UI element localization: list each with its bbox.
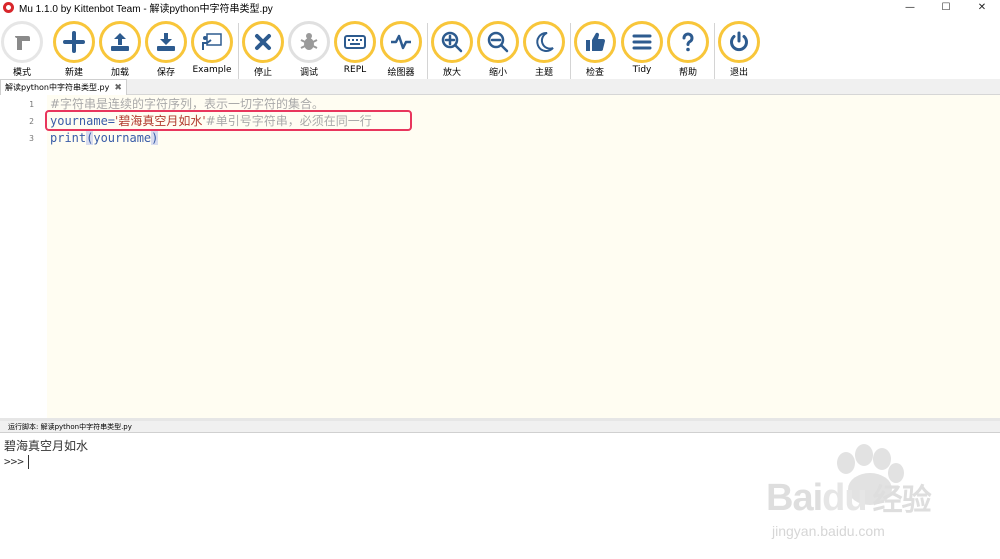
close-window-button[interactable]: ✕ bbox=[964, 0, 1000, 15]
save-button[interactable]: 保存 bbox=[144, 21, 188, 78]
keyboard-icon bbox=[334, 21, 376, 63]
thumbs-up-icon bbox=[574, 21, 616, 63]
power-icon bbox=[718, 21, 760, 63]
code-line: print(yourname) bbox=[47, 130, 1000, 147]
toolbar-separator bbox=[238, 23, 239, 81]
moon-icon bbox=[523, 21, 565, 63]
zoom-in-icon bbox=[431, 21, 473, 63]
code-editor[interactable]: 1 2 3 #字符串是连续的字符序列，表示一切字符的集合。 yourname='… bbox=[0, 95, 1000, 418]
question-icon bbox=[667, 21, 709, 63]
help-button[interactable]: 帮助 bbox=[666, 21, 710, 78]
bug-icon bbox=[288, 21, 330, 63]
text-cursor bbox=[27, 455, 29, 469]
debug-button[interactable]: 调试 bbox=[287, 21, 331, 78]
theme-button[interactable]: 主题 bbox=[522, 21, 566, 78]
line-number: 3 bbox=[29, 134, 34, 143]
toolbar: 模式 新建 加载 保存 Example 停止 调试 REPL 绘图器 放大 缩小… bbox=[0, 15, 1000, 81]
minimize-button[interactable]: — bbox=[892, 0, 928, 15]
mode-icon bbox=[1, 21, 43, 63]
plus-icon bbox=[53, 21, 95, 63]
window-title: Mu 1.1.0 by Kittenbot Team - 解读python中字符… bbox=[19, 4, 273, 15]
watermark-brand: Baidu 经验 bbox=[766, 477, 932, 519]
teacher-icon bbox=[191, 21, 233, 63]
repl-button[interactable]: REPL bbox=[333, 21, 377, 75]
pulse-icon bbox=[380, 21, 422, 63]
quit-button[interactable]: 退出 bbox=[717, 21, 761, 78]
repl-prompt: >>> bbox=[4, 455, 24, 468]
baidu-jingyan-watermark: Baidu 经验 jingyan.baidu.com bbox=[758, 435, 988, 545]
zoom-out-button[interactable]: 缩小 bbox=[476, 21, 520, 78]
zoom-in-button[interactable]: 放大 bbox=[430, 21, 474, 78]
toolbar-separator bbox=[714, 23, 715, 81]
line-number: 2 bbox=[29, 117, 34, 126]
tab-label: 解读python中字符串类型.py bbox=[5, 83, 110, 92]
load-button[interactable]: 加载 bbox=[98, 21, 142, 78]
toolbar-separator bbox=[570, 23, 571, 81]
window-controls: — ☐ ✕ bbox=[892, 0, 1000, 15]
download-icon bbox=[145, 21, 187, 63]
code-identifier: yourname bbox=[93, 131, 152, 145]
watermark-url: jingyan.baidu.com bbox=[772, 523, 885, 539]
repl-output: 碧海真空月如水 bbox=[4, 439, 89, 453]
code-keyword: print bbox=[50, 131, 87, 145]
code-comment: #字符串是连续的字符序列，表示一切字符的集合。 bbox=[50, 97, 325, 111]
check-button[interactable]: 检查 bbox=[573, 21, 617, 78]
tab-close-icon[interactable]: ✖ bbox=[114, 83, 122, 93]
line-number-gutter: 1 2 3 bbox=[0, 95, 47, 418]
zoom-out-icon bbox=[477, 21, 519, 63]
tidy-button[interactable]: Tidy bbox=[620, 21, 664, 75]
stop-button[interactable]: 停止 bbox=[241, 21, 285, 78]
plotter-button[interactable]: 绘图器 bbox=[379, 21, 423, 78]
mode-button[interactable]: 模式 bbox=[0, 21, 44, 78]
tab-file[interactable]: 解读python中字符串类型.py ✖ bbox=[0, 79, 127, 95]
code-paren: ) bbox=[151, 131, 159, 145]
title-bar: Mu 1.1.0 by Kittenbot Team - 解读python中字符… bbox=[0, 0, 1000, 15]
toolbar-separator bbox=[427, 23, 428, 81]
repl-input-line[interactable]: >>> bbox=[4, 455, 29, 469]
upload-icon bbox=[99, 21, 141, 63]
maximize-button[interactable]: ☐ bbox=[928, 0, 964, 15]
line-number: 1 bbox=[29, 100, 34, 109]
tab-bar: 解读python中字符串类型.py ✖ bbox=[0, 79, 1000, 95]
code-area[interactable]: #字符串是连续的字符序列，表示一切字符的集合。 yourname='碧海真空月如… bbox=[47, 95, 1000, 418]
annotation-highlight-box bbox=[45, 110, 412, 131]
mu-logo-icon bbox=[3, 2, 14, 13]
example-button[interactable]: Example bbox=[190, 21, 234, 75]
menu-icon bbox=[621, 21, 663, 63]
close-icon bbox=[242, 21, 284, 63]
repl-header: 运行脚本: 解读python中字符串类型.py bbox=[0, 421, 1000, 433]
new-button[interactable]: 新建 bbox=[52, 21, 96, 78]
